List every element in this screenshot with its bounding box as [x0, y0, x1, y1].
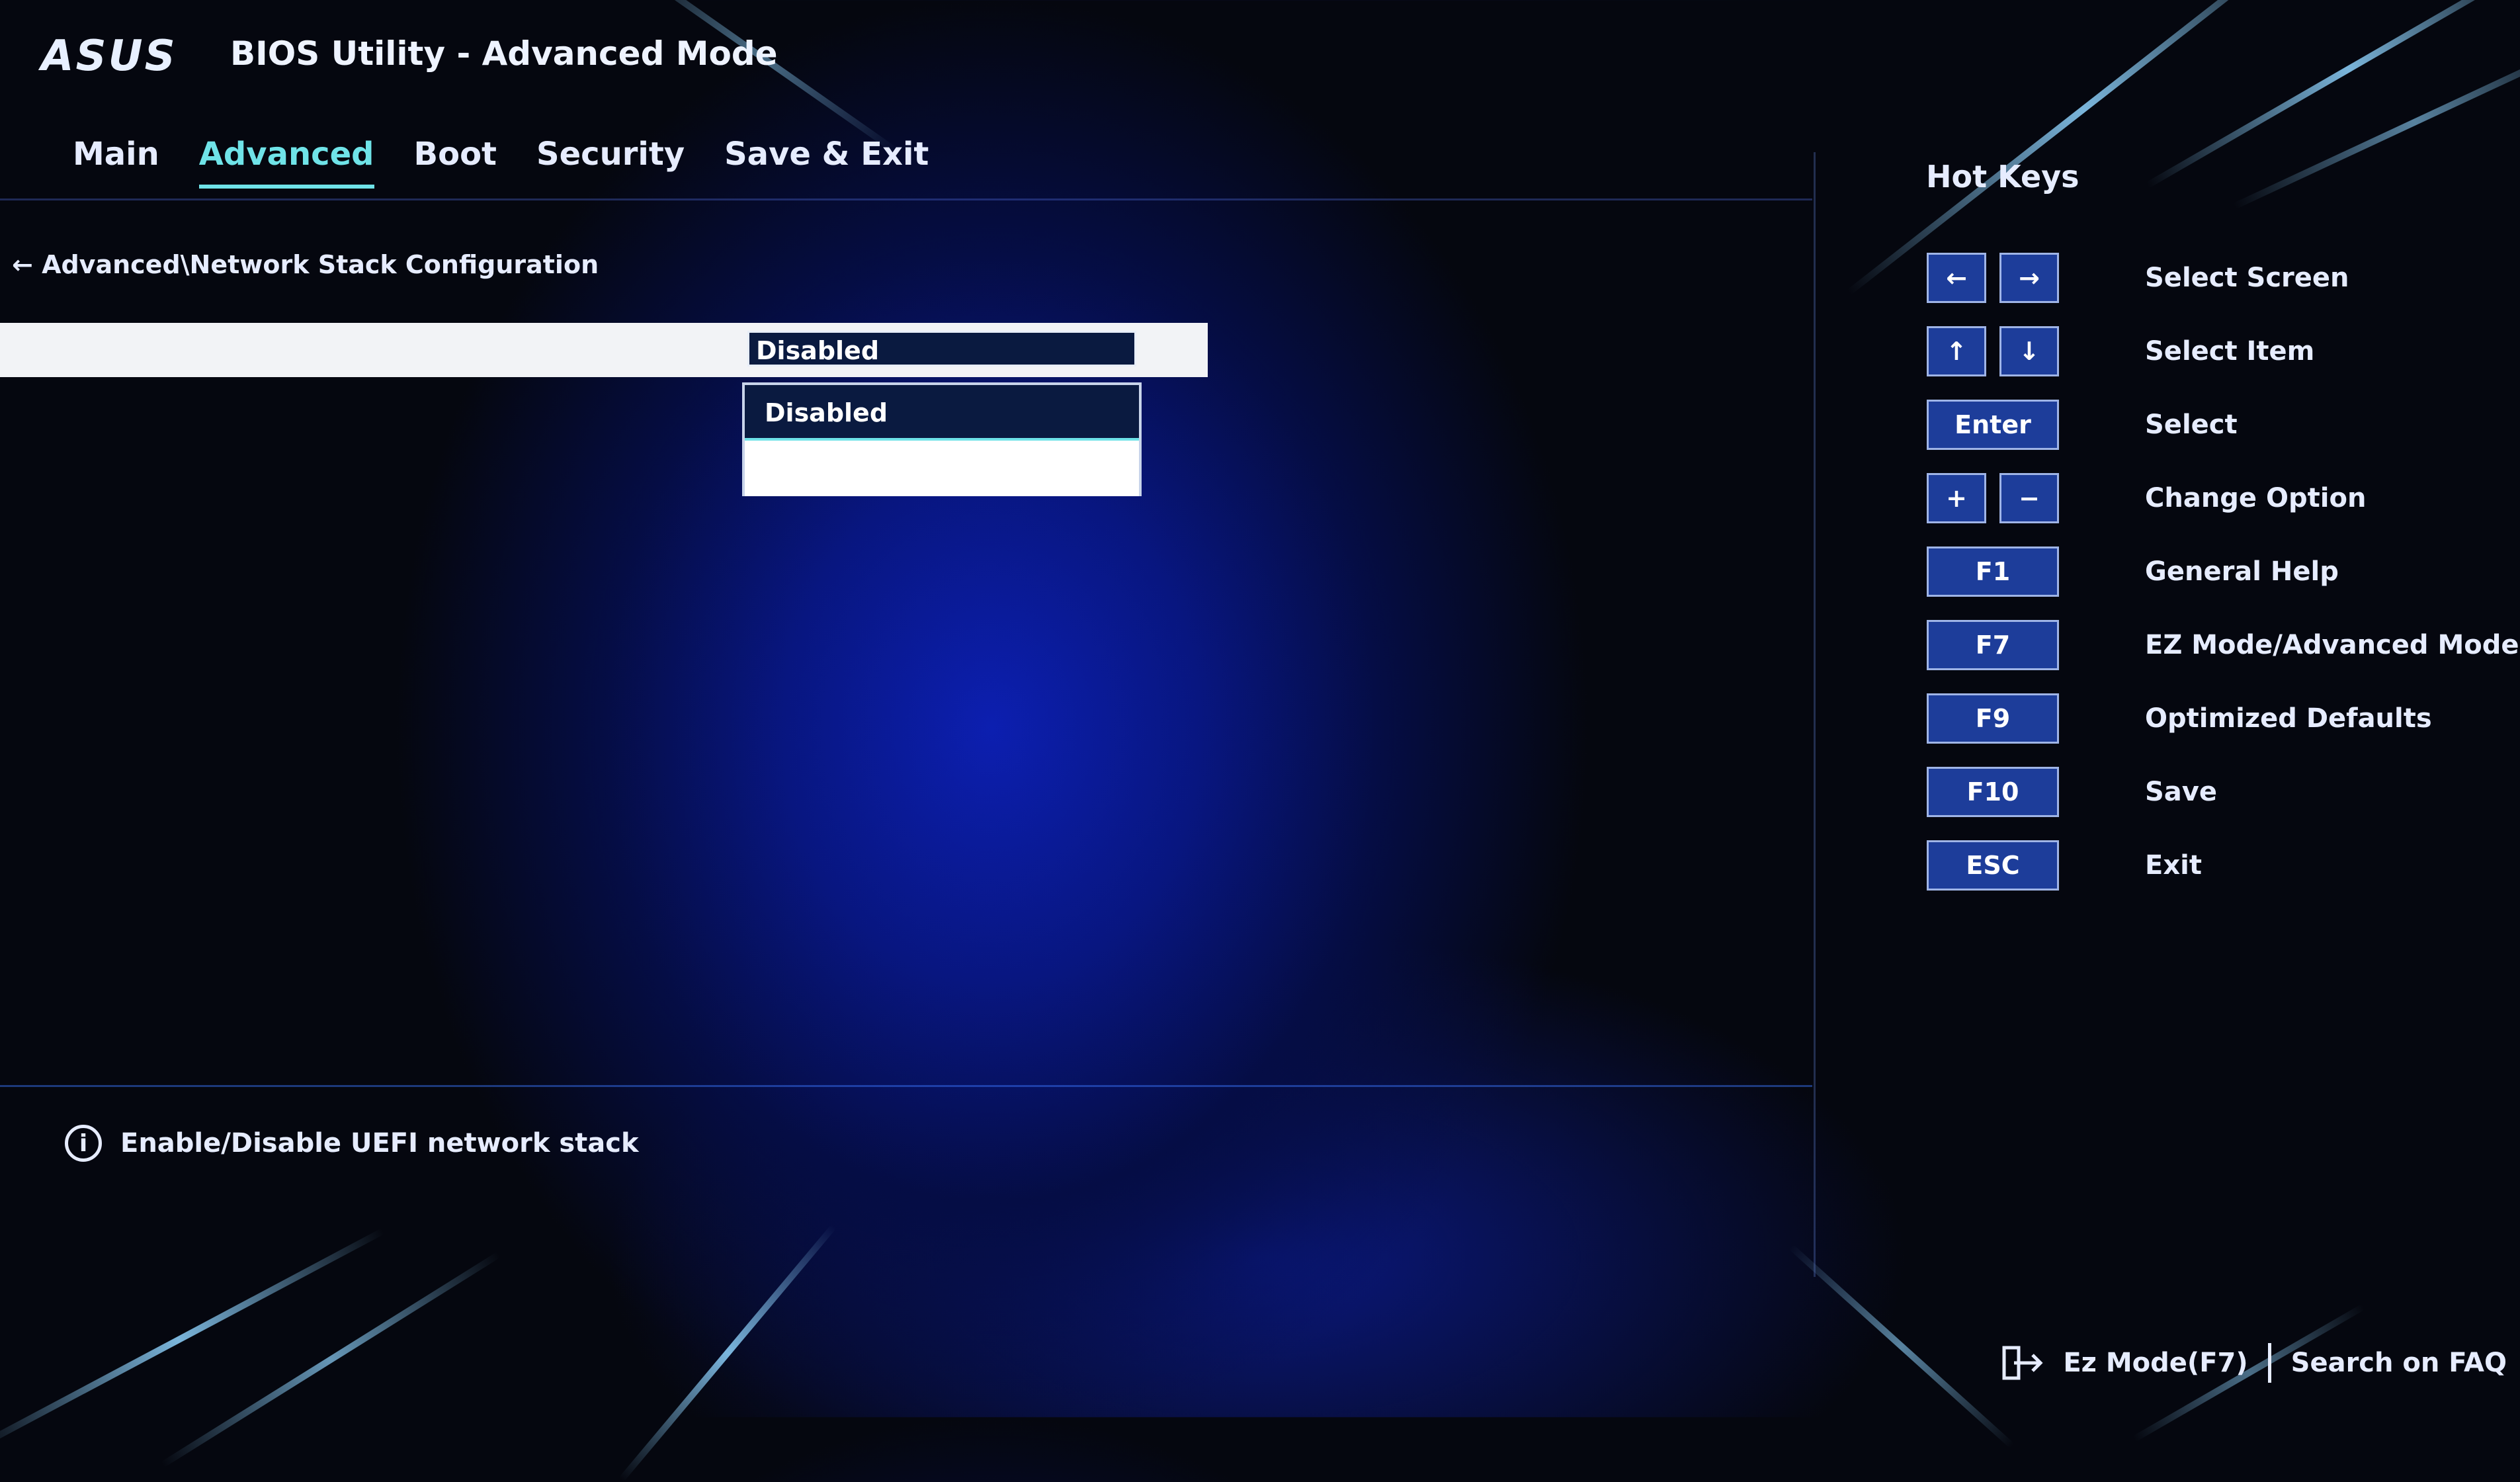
hotkey-label: General Help [2145, 556, 2339, 587]
hotkey-label: Optimized Defaults [2145, 703, 2432, 734]
asus-logo: ASUS [41, 32, 177, 81]
hotkey-select-screen: ← → Select Screen [1927, 251, 2349, 304]
f7-key[interactable]: F7 [1927, 620, 2059, 670]
ez-mode-button[interactable]: Ez Mode(F7) [2063, 1348, 2247, 1378]
page-title: BIOS Utility - Advanced Mode [230, 34, 778, 73]
tab-advanced[interactable]: Advanced [198, 136, 374, 189]
hotkey-label: Select Screen [2145, 263, 2349, 293]
tab-boot[interactable]: Boot [414, 136, 497, 189]
hotkey-select-item: ↑ ↓ Select Item [1927, 325, 2314, 378]
right-arrow-key[interactable]: → [1999, 253, 2059, 303]
breadcrumb[interactable]: ← Advanced\Network Stack Configuration [12, 250, 599, 279]
f9-key[interactable]: F9 [1927, 693, 2059, 744]
network-stack-value[interactable]: Disabled [747, 331, 1136, 367]
hotkey-general-help: F1 General Help [1927, 545, 2339, 598]
hotkey-change-option: + − Change Option [1927, 472, 2366, 525]
hotkey-label: Change Option [2145, 483, 2367, 513]
minus-key[interactable]: − [1999, 473, 2059, 523]
hotkeys-divider [1814, 152, 1816, 1277]
tab-security[interactable]: Security [536, 136, 685, 189]
header-divider [0, 198, 1812, 200]
hotkey-label: Save [2145, 777, 2218, 807]
hotkeys-title: Hot Keys [1926, 159, 2079, 195]
info-icon: i [65, 1125, 102, 1162]
tab-save-exit[interactable]: Save & Exit [724, 136, 929, 189]
help-divider [0, 1085, 1812, 1087]
help-area: i Enable/Disable UEFI network stack [65, 1125, 639, 1162]
bottom-separator [2267, 1343, 2271, 1383]
tab-main[interactable]: Main [73, 136, 159, 189]
plus-key[interactable]: + [1927, 473, 1986, 523]
hotkey-label: Select [2145, 410, 2238, 440]
dropdown-option-blank[interactable] [745, 441, 1139, 496]
hotkey-ez-mode: F7 EZ Mode/Advanced Mode [1927, 619, 2519, 672]
hotkey-label: Exit [2145, 850, 2202, 881]
left-arrow-key[interactable]: ← [1927, 253, 1986, 303]
exit-icon [2002, 1346, 2043, 1380]
dropdown-option-disabled[interactable]: Disabled [745, 385, 1139, 441]
f10-key[interactable]: F10 [1927, 767, 2059, 817]
f1-key[interactable]: F1 [1927, 546, 2059, 597]
help-text: Enable/Disable UEFI network stack [120, 1128, 639, 1158]
hotkey-optimized-defaults: F9 Optimized Defaults [1927, 692, 2432, 745]
enter-key[interactable]: Enter [1927, 400, 2059, 450]
main-tabs: Main Advanced Boot Security Save & Exit [73, 136, 929, 189]
hotkey-label: EZ Mode/Advanced Mode [2145, 630, 2519, 660]
hotkey-select: Enter Select [1927, 398, 2238, 451]
hotkey-label: Select Item [2145, 336, 2315, 367]
down-arrow-key[interactable]: ↓ [1999, 326, 2059, 376]
search-faq-button[interactable]: Search on FAQ [2291, 1348, 2507, 1378]
hotkey-save: F10 Save [1927, 765, 2217, 818]
option-dropdown: Disabled [742, 382, 1142, 496]
up-arrow-key[interactable]: ↑ [1927, 326, 1986, 376]
hotkey-exit: ESC Exit [1927, 839, 2202, 892]
bottom-bar: Ez Mode(F7) Search on FAQ [2002, 1343, 2507, 1383]
esc-key[interactable]: ESC [1927, 840, 2059, 891]
